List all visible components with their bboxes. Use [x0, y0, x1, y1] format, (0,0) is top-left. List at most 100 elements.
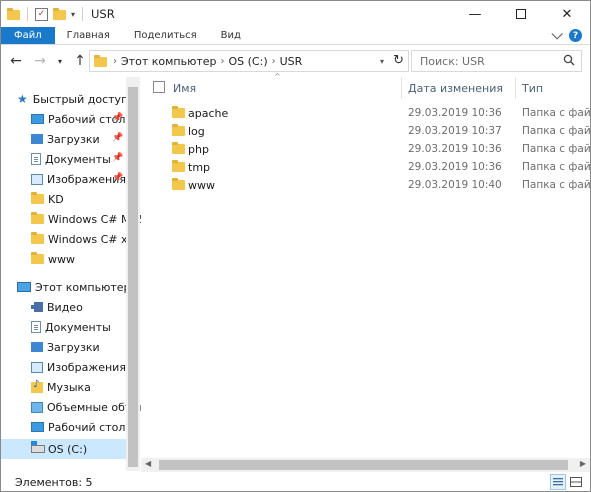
breadcrumb-usr[interactable]: USR [280, 55, 303, 68]
column-header-name[interactable]: Имя [173, 77, 196, 99]
folder-icon [172, 160, 185, 172]
customize-qat-icon[interactable]: ▾ [71, 10, 75, 19]
back-button[interactable]: ← [7, 53, 25, 69]
file-name: log [188, 124, 205, 138]
nav-item-3d-objects[interactable]: Объемные объекты [31, 397, 141, 417]
tab-share[interactable]: Поделиться [122, 27, 209, 44]
nav-item-windows-xor[interactable]: Windows C# xor [31, 229, 138, 249]
search-icon[interactable] [563, 54, 575, 69]
forward-button[interactable]: → [31, 53, 49, 69]
nav-item-videos[interactable]: Видео [31, 297, 83, 317]
pin-icon[interactable]: 📌 [112, 153, 123, 163]
content-scrollbar[interactable]: ◀ ▶ [141, 458, 590, 472]
nav-quick-access[interactable]: ★ Быстрый доступ [17, 89, 128, 109]
pin-icon[interactable]: 📌 [112, 113, 123, 123]
breadcrumb-separator[interactable]: › [113, 56, 117, 67]
pin-icon[interactable]: 📌 [112, 133, 123, 143]
window-title: USR [91, 7, 115, 21]
pin-icon[interactable]: 📌 [112, 173, 123, 183]
breadcrumb-separator[interactable]: › [272, 56, 276, 67]
large-icons-view-icon[interactable] [568, 474, 584, 490]
folder-icon [31, 232, 44, 244]
breadcrumb-this-pc[interactable]: Этот компьютер [121, 55, 217, 68]
column-divider[interactable] [401, 77, 402, 99]
videos-icon [31, 302, 43, 312]
nav-scrollbar[interactable] [126, 77, 140, 471]
music-icon [31, 379, 43, 393]
address-dropdown-icon[interactable]: ▾ [380, 57, 384, 66]
tab-home[interactable]: Главная [55, 27, 122, 44]
explorer-window: ✓ ▾ USR — ✕ Файл Главная Поделиться Вид … [0, 0, 591, 492]
column-divider[interactable] [515, 77, 516, 99]
nav-label: www [48, 252, 75, 266]
search-input[interactable]: Поиск: USR [420, 55, 485, 68]
file-type: Папка с файлами [522, 125, 591, 137]
content-scrollbar-thumb[interactable] [159, 460, 568, 470]
nav-item-windows-md5[interactable]: Windows C# MD5 [31, 209, 141, 229]
pictures-icon [31, 361, 43, 373]
search-box[interactable]: Поиск: USR [411, 50, 582, 72]
scroll-left-icon[interactable]: ◀ [145, 459, 151, 468]
nav-label: Изображения [47, 360, 126, 374]
file-name: apache [188, 106, 229, 120]
properties-icon[interactable]: ✓ [35, 7, 48, 21]
column-header-type[interactable]: Тип [522, 77, 543, 99]
nav-item-kd[interactable]: KD [31, 189, 64, 209]
file-date: 29.03.2019 10:36 [408, 143, 502, 155]
downloads-icon [31, 134, 43, 144]
refresh-icon[interactable]: ↻ [393, 53, 404, 68]
select-all-checkbox[interactable] [153, 81, 165, 93]
help-icon[interactable]: ? [569, 29, 582, 42]
list-item[interactable]: www 29.03.2019 10:40 Папка с файлами [151, 176, 591, 194]
scroll-right-icon[interactable]: ▶ [580, 459, 586, 468]
item-count: Элементов: 5 [15, 476, 93, 489]
up-button[interactable]: ↑ [71, 53, 89, 69]
recent-locations-button[interactable]: ▾ [51, 57, 69, 66]
minimize-button[interactable]: — [452, 1, 498, 27]
folder-icon [172, 142, 185, 154]
details-view-icon[interactable] [550, 474, 566, 490]
sort-indicator-icon: ^ [274, 72, 281, 81]
file-name: www [188, 178, 215, 192]
nav-item-pc-downloads[interactable]: Загрузки [31, 337, 100, 357]
nav-item-drive-c[interactable]: OS (C:) [1, 439, 126, 459]
file-type: Папка с файлами [522, 179, 591, 191]
nav-scrollbar-thumb[interactable] [128, 87, 138, 467]
new-folder-icon[interactable] [53, 8, 66, 20]
tab-file[interactable]: Файл [1, 27, 55, 44]
nav-item-documents[interactable]: Документы [31, 149, 111, 169]
address-bar[interactable]: › Этот компьютер › OS (C:) › USR ▾ ↻ [89, 50, 409, 72]
nav-label: Быстрый доступ [32, 92, 129, 106]
downloads-icon [31, 342, 43, 352]
nav-label: Документы [45, 320, 111, 334]
breadcrumb-separator[interactable]: › [221, 56, 225, 67]
breadcrumb-drive[interactable]: OS (C:) [229, 55, 268, 68]
list-item[interactable]: php 29.03.2019 10:36 Папка с файлами [151, 140, 591, 158]
nav-item-pc-desktop[interactable]: Рабочий стол [31, 417, 125, 437]
view-switcher [550, 474, 584, 490]
nav-item-www[interactable]: www [31, 249, 75, 269]
nav-item-music[interactable]: Музыка [31, 377, 91, 397]
nav-this-pc[interactable]: Этот компьютер [17, 277, 131, 297]
file-type: Папка с файлами [522, 107, 591, 119]
separator [82, 7, 84, 21]
nav-label: Музыка [47, 380, 91, 394]
documents-icon [31, 153, 41, 165]
nav-label: Рабочий стол [48, 420, 126, 434]
desktop-icon [31, 422, 44, 432]
list-item[interactable]: log 29.03.2019 10:37 Папка с файлами [151, 122, 591, 140]
list-item[interactable]: tmp 29.03.2019 10:36 Папка с файлами [151, 158, 591, 176]
nav-item-pc-pictures[interactable]: Изображения [31, 357, 126, 377]
nav-item-pc-documents[interactable]: Документы [31, 317, 111, 337]
status-bar: Элементов: 5 [1, 473, 590, 492]
list-item[interactable]: apache 29.03.2019 10:36 Папка с файлами [151, 104, 591, 122]
column-header-date[interactable]: Дата изменения [408, 77, 503, 99]
close-button[interactable]: ✕ [544, 1, 590, 27]
expand-ribbon-icon[interactable] [551, 27, 563, 40]
file-type: Папка с файлами [522, 161, 591, 173]
nav-item-downloads[interactable]: Загрузки [31, 129, 100, 149]
tab-view[interactable]: Вид [209, 27, 253, 44]
file-type: Папка с файлами [522, 143, 591, 155]
maximize-button[interactable] [498, 1, 544, 27]
computer-icon [17, 282, 31, 292]
